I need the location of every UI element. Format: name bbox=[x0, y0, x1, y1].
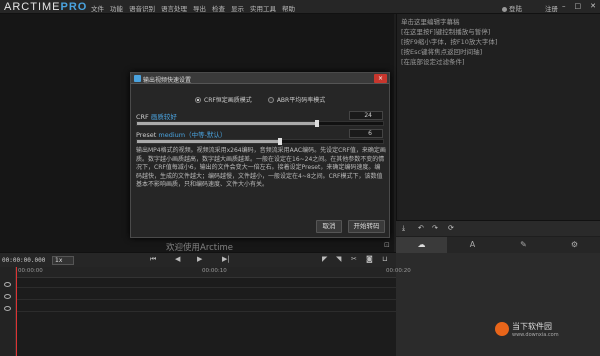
right-panel-body bbox=[396, 253, 600, 356]
ruler-label: 00:00:00 bbox=[18, 268, 43, 274]
tab-edit[interactable]: ✎ bbox=[498, 237, 549, 253]
crf-slider-fill bbox=[137, 122, 317, 125]
snap-icon[interactable]: ⊔ bbox=[382, 255, 387, 263]
preset-slider[interactable] bbox=[136, 138, 384, 145]
time-ruler[interactable]: 00:00:00 00:00:10 00:00:20 bbox=[16, 267, 411, 278]
crf-slider-knob[interactable] bbox=[314, 120, 319, 127]
step-back-icon[interactable]: ⏮ bbox=[150, 255, 156, 264]
app-logo: ARCTIMEPRO bbox=[4, 1, 88, 13]
tab-settings[interactable]: ⚙ bbox=[549, 237, 600, 253]
next-icon[interactable]: ▶| bbox=[222, 255, 230, 263]
tab-style[interactable]: A bbox=[447, 237, 498, 253]
cancel-button[interactable]: 取消 bbox=[316, 220, 342, 233]
preset-value-field[interactable]: 6 bbox=[349, 129, 383, 138]
right-tabs: ☁ A ✎ ⚙ bbox=[396, 237, 600, 253]
redo-icon[interactable]: ↷ bbox=[432, 224, 438, 232]
close-window-button[interactable]: ✕ bbox=[590, 2, 596, 10]
radio-dot bbox=[267, 96, 274, 103]
hint-line: 单击这里编辑字幕稿 bbox=[401, 18, 460, 26]
track-row[interactable] bbox=[16, 278, 396, 288]
dialog-title: 输出视频快速设置 bbox=[143, 77, 192, 84]
dialog-close-button[interactable]: × bbox=[374, 74, 387, 83]
track-headers bbox=[0, 267, 16, 356]
play-icon[interactable]: ▶ bbox=[197, 255, 202, 263]
user-icon bbox=[502, 6, 507, 12]
prev-icon[interactable]: ◀ bbox=[175, 255, 180, 263]
track-row[interactable] bbox=[16, 302, 396, 312]
hint-line: [按Esc键将焦点返回时间轴] bbox=[401, 48, 483, 56]
playhead[interactable] bbox=[16, 267, 17, 356]
dialog-description: 输出MP4格式的视频。视频流采用x264编码，音频流采用AAC编码。先设定CRF… bbox=[136, 147, 386, 188]
login-link[interactable]: 登陆 bbox=[502, 3, 522, 13]
subtitle-editor[interactable]: 单击这里编辑字幕稿 [在这里按F]键控制播放与暂停] [按F9缩小字体，按F10… bbox=[396, 14, 600, 220]
undo-icon[interactable]: ↶ bbox=[418, 224, 424, 232]
preset-slider-fill bbox=[137, 140, 280, 143]
window-controls: – □ ✕ bbox=[562, 2, 596, 10]
eye-icon[interactable] bbox=[4, 282, 11, 287]
eye-icon[interactable] bbox=[4, 306, 11, 311]
hint-line: [在这里按F]键控制播放与暂停] bbox=[401, 28, 491, 36]
video-export-dialog: 输出视频快速设置 × CRF恒定画质模式 ABR平均码率模式 CRF 画质较好 … bbox=[130, 72, 390, 238]
cursor-icon[interactable]: ⤓ bbox=[402, 224, 405, 233]
hint-line: [在底部设定过滤条件] bbox=[401, 58, 465, 66]
timecode: 00:00:00.000 bbox=[2, 257, 46, 264]
app-icon bbox=[134, 75, 141, 82]
crf-label: CRF 画质较好 bbox=[136, 113, 177, 121]
menu-check[interactable]: 检查 bbox=[212, 3, 225, 13]
crf-value-field[interactable]: 24 bbox=[349, 111, 383, 120]
dialog-titlebar: 输出视频快速设置 × bbox=[131, 73, 389, 84]
eye-icon[interactable] bbox=[4, 294, 11, 299]
menu-help[interactable]: 帮助 bbox=[282, 3, 295, 13]
menu-language[interactable]: 语言处理 bbox=[161, 3, 187, 13]
menu-file[interactable]: 文件 bbox=[91, 3, 104, 13]
ruler-label: 00:00:10 bbox=[202, 268, 227, 274]
menu-speech[interactable]: 语音识别 bbox=[129, 3, 155, 13]
menu-bar: 文件 功能 语音识别 语言处理 导出 检查 显示 实用工具 帮助 bbox=[91, 3, 295, 13]
menu-view[interactable]: 显示 bbox=[231, 3, 244, 13]
refresh-icon[interactable]: ⟳ bbox=[448, 224, 454, 232]
radio-dot bbox=[195, 96, 201, 103]
speed-select[interactable]: 1x bbox=[52, 256, 74, 265]
menu-function[interactable]: 功能 bbox=[110, 3, 123, 13]
register-link[interactable]: 注册 bbox=[545, 3, 558, 13]
timeline[interactable]: 00:00:00 00:00:10 00:00:20 bbox=[0, 267, 411, 356]
menu-tools[interactable]: 实用工具 bbox=[250, 3, 276, 13]
subtitle-hints: 单击这里编辑字幕稿 [在这里按F]键控制播放与暂停] [按F9缩小字体，按F10… bbox=[401, 17, 497, 67]
cut-icon[interactable]: ✂ bbox=[351, 255, 357, 263]
radio-crf[interactable]: CRF恒定画质模式 bbox=[195, 95, 252, 104]
split-icon[interactable]: ◥ bbox=[336, 255, 341, 263]
tab-chat[interactable]: ☁ bbox=[396, 237, 447, 253]
editor-toolbar: ⤓ ↶ ↷ ⟳ bbox=[396, 220, 600, 236]
mode-selector: CRF恒定画质模式 ABR平均码率模式 bbox=[195, 95, 325, 104]
radio-abr[interactable]: ABR平均码率模式 bbox=[267, 95, 325, 104]
hint-line: [按F9缩小字体，按F10放大字体] bbox=[401, 38, 498, 46]
preset-label: Preset medium（中等-默认） bbox=[136, 131, 227, 139]
start-transcode-button[interactable]: 开始转码 bbox=[348, 220, 385, 233]
title-bar: ARCTIMEPRO 文件 功能 语音识别 语言处理 导出 检查 显示 实用工具… bbox=[0, 0, 600, 14]
preset-slider-knob[interactable] bbox=[277, 138, 282, 145]
crf-slider[interactable] bbox=[136, 120, 384, 127]
maximize-button[interactable]: □ bbox=[575, 2, 582, 10]
ruler-label: 00:00:20 bbox=[386, 268, 411, 274]
watermark-logo bbox=[495, 322, 509, 336]
watermark: 当下软件园 www.downxia.com bbox=[512, 322, 559, 338]
camera-icon[interactable]: ◙ bbox=[366, 255, 373, 263]
marker-icon[interactable]: ◤ bbox=[322, 255, 327, 263]
minimize-button[interactable]: – bbox=[562, 2, 566, 10]
menu-export[interactable]: 导出 bbox=[193, 3, 206, 13]
track-row[interactable] bbox=[16, 290, 396, 300]
transport-bar: 00:00:00.000 1x ⏮ ◀ ▶ ▶| ◤ ◥ ✂ ◙ ⊔ bbox=[0, 252, 396, 267]
